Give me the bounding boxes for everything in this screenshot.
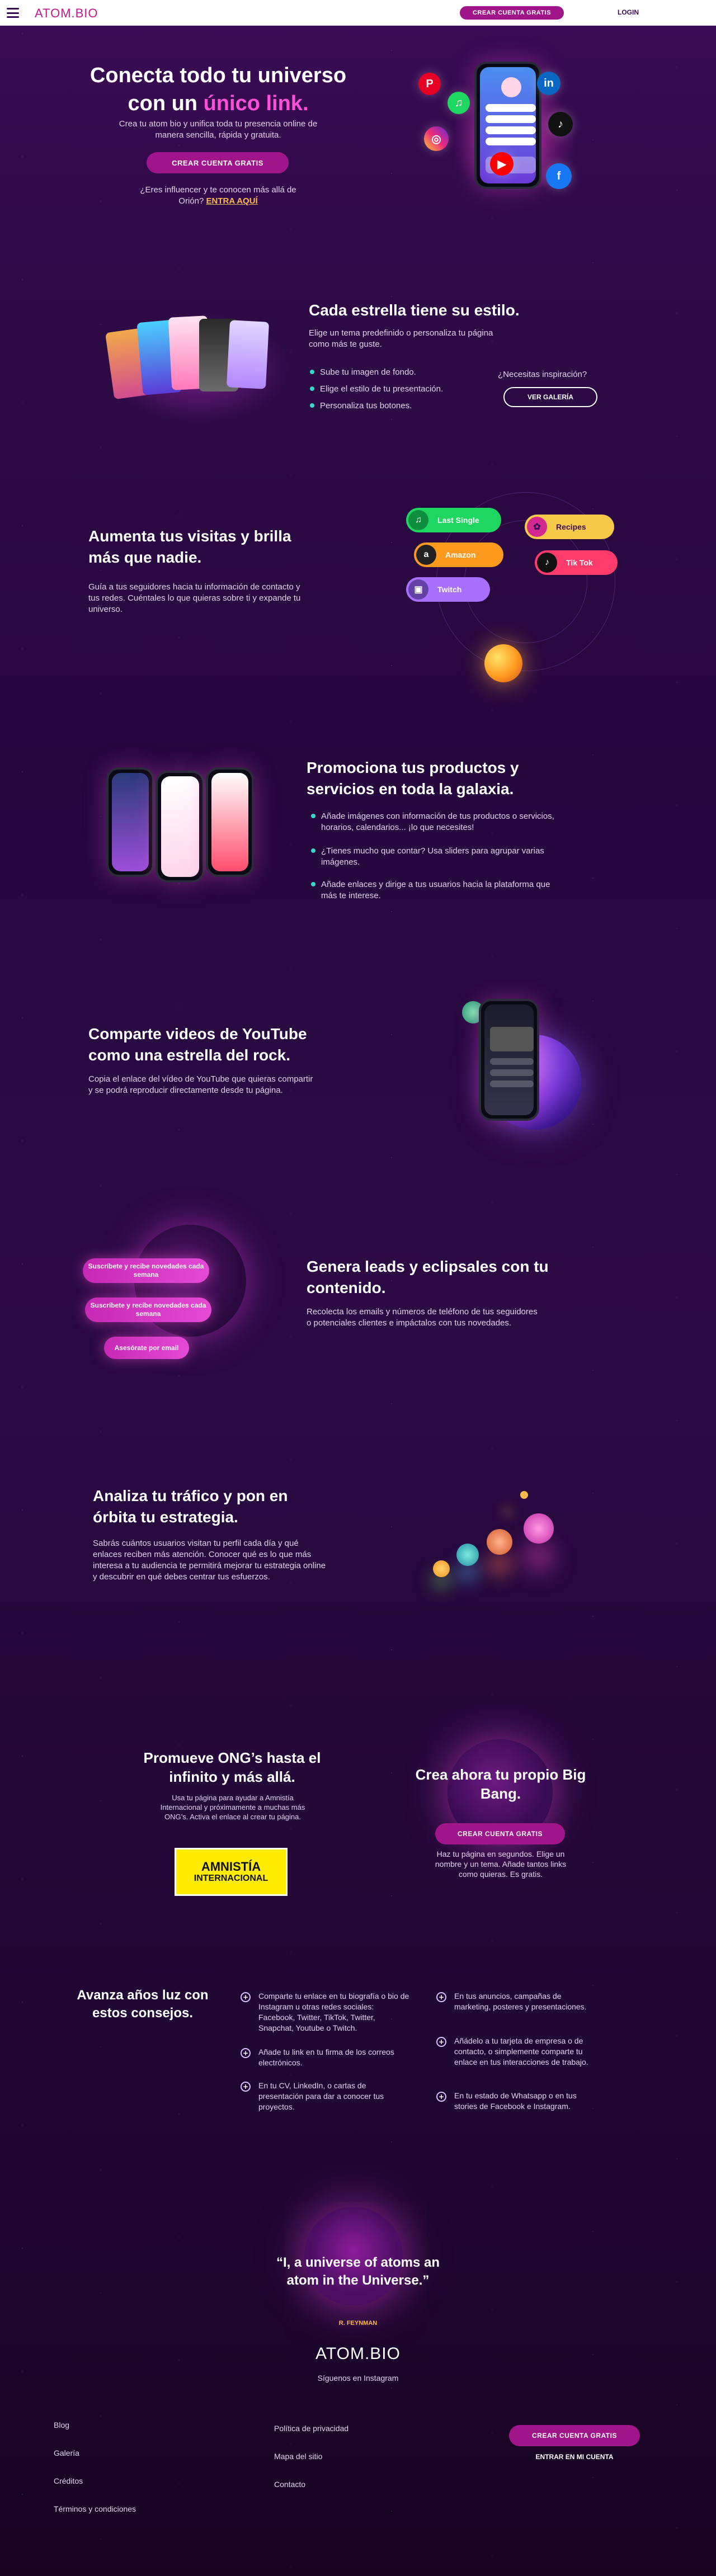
lead-pill-subscribe-2[interactable]: Suscríbete y recibe novedades cada seman… bbox=[85, 1298, 211, 1322]
link-label: Amazon bbox=[445, 550, 476, 559]
linkedin-icon: in bbox=[537, 72, 560, 95]
link-label: Last Single bbox=[437, 516, 479, 525]
leads-title: Genera leads y eclipsales con tu conteni… bbox=[307, 1258, 549, 1296]
hero-title-line2: con un único link. bbox=[67, 89, 369, 117]
footer-link-terms[interactable]: Términos y condiciones bbox=[54, 2504, 136, 2513]
tip-right-3: En tu estado de Whatsapp o en tus storie… bbox=[454, 2091, 577, 2111]
amazon-icon: a bbox=[416, 545, 436, 565]
link-button-amazon[interactable]: a Amazon bbox=[414, 542, 503, 567]
youtube-icon: ▶ bbox=[490, 152, 514, 176]
link-label: Recipes bbox=[556, 522, 586, 531]
products-bullet-3: Añade enlaces y dirige a tus usuarios ha… bbox=[310, 879, 556, 902]
link-button-last-single[interactable]: ♫ Last Single bbox=[406, 508, 501, 532]
youtube-title: Comparte videos de YouTube como una estr… bbox=[88, 1025, 307, 1064]
link-button-tiktok[interactable]: ♪ Tik Tok bbox=[535, 550, 618, 575]
footer-link-sitemap[interactable]: Mapa del sitio bbox=[274, 2452, 322, 2461]
food-icon: ✿ bbox=[527, 517, 547, 537]
footer-create-account-button[interactable]: CREAR CUENTA GRATIS bbox=[509, 2425, 640, 2446]
footer-link-gallery[interactable]: Galería bbox=[54, 2448, 79, 2457]
link-label: Twitch bbox=[437, 585, 462, 594]
hero-subtitle: Crea tu atom bio y unifica toda tu prese… bbox=[119, 119, 318, 140]
menu-icon[interactable] bbox=[7, 8, 19, 18]
traffic-title: Analiza tu tráfico y pon en órbita tu es… bbox=[93, 1487, 288, 1526]
plus-icon: + bbox=[436, 2037, 446, 2047]
quote-text: “I, a universe of atoms an atom in the U… bbox=[276, 2255, 440, 2288]
quote-author: R. FEYNMAN bbox=[338, 2320, 378, 2327]
facebook-icon: f bbox=[546, 163, 572, 189]
bigbang-create-account-button[interactable]: CREAR CUENTA GRATIS bbox=[435, 1823, 565, 1844]
spotify-icon: ♫ bbox=[408, 510, 428, 530]
gallery-button[interactable]: VER GALERÍA bbox=[503, 387, 597, 407]
influencer-text: ¿Eres influencer y te conocen más allá d… bbox=[134, 185, 302, 207]
plus-icon: + bbox=[241, 1992, 251, 2002]
footer-link-credits[interactable]: Créditos bbox=[54, 2476, 83, 2485]
header-create-account-button[interactable]: CREAR CUENTA GRATIS bbox=[460, 6, 564, 20]
inspiration-text: ¿Necesitas inspiración? bbox=[498, 370, 587, 379]
pinterest-icon: P bbox=[418, 73, 441, 95]
styles-bullet-2: Elige el estilo de tu presentación. bbox=[309, 384, 477, 395]
footer-link-blog[interactable]: Blog bbox=[54, 2421, 69, 2429]
styles-title: Cada estrella tiene su estilo. bbox=[309, 301, 520, 319]
tip-left-3: En tu CV, LinkedIn, o cartas de presenta… bbox=[258, 2081, 384, 2111]
visits-body: Guía a tus seguidores hacia tu informaci… bbox=[88, 582, 301, 614]
footer-link-privacy[interactable]: Política de privacidad bbox=[274, 2424, 348, 2433]
instagram-icon: ◎ bbox=[424, 126, 449, 151]
link-label: Tik Tok bbox=[566, 558, 593, 567]
tip-right-1: En tus anuncios, campañas de marketing, … bbox=[454, 1992, 587, 2011]
visits-title: Aumenta tus visitas y brilla más que nad… bbox=[88, 527, 291, 566]
styles-bullet-3: Personaliza tus botones. bbox=[309, 400, 477, 412]
hero-create-account-button[interactable]: CREAR CUENTA GRATIS bbox=[147, 152, 289, 173]
amnesty-logo[interactable]: AMNISTÍA INTERNACIONAL bbox=[175, 1848, 288, 1896]
link-button-recipes[interactable]: ✿ Recipes bbox=[525, 515, 614, 539]
bigbang-title: Crea ahora tu propio Big Bang. bbox=[415, 1766, 586, 1802]
footer-logo[interactable]: ATOM.BIO bbox=[291, 2344, 425, 2363]
products-bullet-1: Añade imágenes con información de tus pr… bbox=[310, 811, 556, 833]
footer-link-contact[interactable]: Contacto bbox=[274, 2480, 305, 2489]
hero-title-highlight: único link. bbox=[203, 92, 309, 115]
tips-title: Avanza años luz con estos consejos. bbox=[77, 1988, 209, 2021]
plus-icon: + bbox=[436, 1992, 446, 2002]
page: ATOM.BIO CREAR CUENTA GRATIS LOGIN Conec… bbox=[0, 0, 716, 2576]
youtube-phone-mockup bbox=[479, 999, 539, 1121]
lead-pill-subscribe-1[interactable]: Suscríbete y recibe novedades cada seman… bbox=[83, 1258, 209, 1283]
plus-icon: + bbox=[436, 2092, 446, 2102]
bigbang-body: Haz tu página en segundos. Elige un nomb… bbox=[435, 1850, 567, 1879]
styles-bullet-1: Sube tu imagen de fondo. bbox=[309, 367, 477, 378]
sun-planet bbox=[484, 644, 522, 682]
youtube-body: Copia el enlace del vídeo de YouTube que… bbox=[88, 1074, 313, 1095]
lead-pill-email[interactable]: Asesórate por email bbox=[104, 1337, 189, 1359]
hero-title-prefix: con un bbox=[128, 92, 204, 115]
link-button-twitch[interactable]: ▣ Twitch bbox=[406, 577, 490, 602]
tip-right-2: Añádelo a tu tarjeta de empresa o de con… bbox=[454, 2036, 588, 2067]
logo[interactable]: ATOM.BIO bbox=[35, 6, 98, 21]
tip-left-2: Añade tu link en tu firma de los correos… bbox=[258, 2047, 394, 2067]
tip-left-1: Comparte tu enlace en tu biografía o bio… bbox=[258, 1992, 409, 2032]
products-title: Promociona tus productos y servicios en … bbox=[307, 759, 519, 798]
leads-body: Recolecta los emails y números de teléfo… bbox=[307, 1307, 538, 1328]
ong-body: Usa tu página para ayudar a Amnistía Int… bbox=[160, 1794, 305, 1821]
spotify-icon: ♫ bbox=[447, 92, 470, 114]
ong-title: Promueve ONG’s hasta el infinito y más a… bbox=[143, 1749, 321, 1785]
top-navbar: ATOM.BIO CREAR CUENTA GRATIS LOGIN bbox=[0, 0, 716, 26]
plus-icon: + bbox=[241, 2082, 251, 2092]
tiktok-icon: ♪ bbox=[548, 112, 573, 136]
styles-intro: Elige un tema predefinido o personaliza … bbox=[309, 328, 493, 349]
instagram-follow-text[interactable]: Síguenos en Instagram bbox=[291, 2372, 425, 2384]
twitch-icon: ▣ bbox=[408, 579, 428, 600]
products-bullet-2: ¿Tienes mucho que contar? Usa sliders pa… bbox=[310, 846, 556, 868]
amnesty-logo-line1: AMNISTÍA bbox=[201, 1860, 261, 1874]
traffic-body: Sabrás cuántos usuarios visitan tu perfi… bbox=[93, 1539, 326, 1582]
amnesty-logo-line2: INTERNACIONAL bbox=[194, 1874, 268, 1883]
influencer-link[interactable]: ENTRA AQUÍ bbox=[206, 196, 257, 206]
login-link[interactable]: LOGIN bbox=[618, 8, 639, 16]
tiktok-icon: ♪ bbox=[537, 553, 557, 573]
plus-icon: + bbox=[241, 2048, 251, 2058]
footer-login-link[interactable]: ENTRAR EN MI CUENTA bbox=[509, 2453, 640, 2461]
hero-title: Conecta todo tu universo con un único li… bbox=[67, 62, 369, 117]
hero-title-line1: Conecta todo tu universo bbox=[90, 64, 347, 87]
